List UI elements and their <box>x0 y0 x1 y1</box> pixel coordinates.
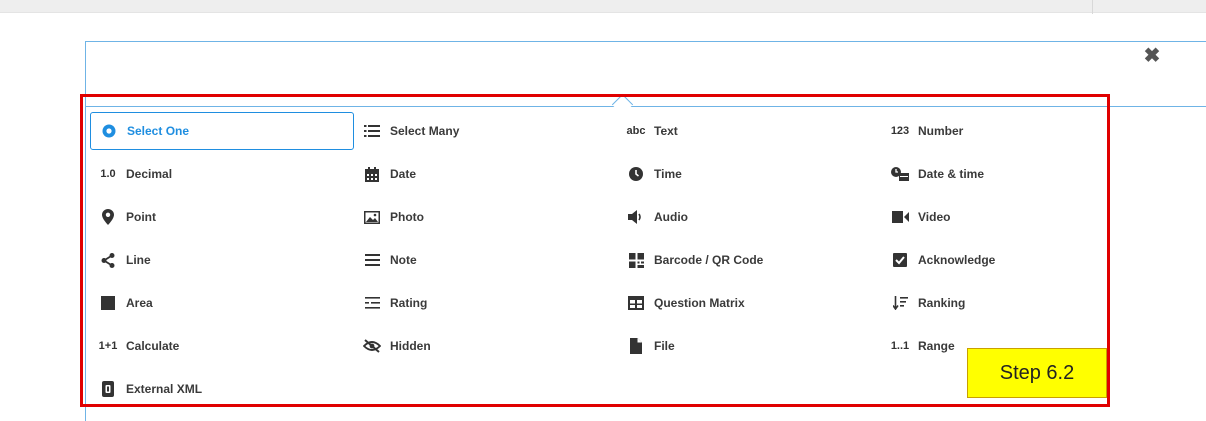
type-label: Line <box>126 253 151 267</box>
type-note[interactable]: Note <box>354 241 618 279</box>
type-label: Time <box>654 167 682 181</box>
calendar-icon <box>362 166 382 182</box>
table-icon <box>626 296 646 310</box>
step-annotation: Step 6.2 <box>967 348 1107 398</box>
calculate-icon: 1+1 <box>98 340 118 352</box>
type-number[interactable]: 123 Number <box>882 112 1146 150</box>
type-label: External XML <box>126 382 203 396</box>
type-label: Range <box>918 339 955 353</box>
type-label: Select Many <box>390 124 460 138</box>
speaker-icon <box>626 210 646 224</box>
type-label: Decimal <box>126 167 173 181</box>
hamburger-icon <box>362 254 382 266</box>
type-barcode[interactable]: Barcode / QR Code <box>618 241 882 279</box>
type-select-one[interactable]: Select One <box>90 112 354 150</box>
radio-dot-icon <box>99 124 119 138</box>
list-icon <box>362 124 382 138</box>
date-time-icon <box>890 167 910 181</box>
type-label: Hidden <box>390 339 431 353</box>
type-label: Point <box>126 210 156 224</box>
type-decimal[interactable]: 1.0 Decimal <box>90 155 354 193</box>
checkbox-icon <box>890 253 910 267</box>
type-date[interactable]: Date <box>354 155 618 193</box>
type-point[interactable]: Point <box>90 198 354 236</box>
file-icon <box>626 338 646 354</box>
number-icon: 123 <box>890 125 910 137</box>
toolbar-divider <box>1092 0 1093 14</box>
type-video[interactable]: Video <box>882 198 1146 236</box>
type-label: Barcode / QR Code <box>654 253 764 267</box>
type-label: Question Matrix <box>654 296 745 310</box>
type-question-matrix[interactable]: Question Matrix <box>618 284 882 322</box>
type-label: Date <box>390 167 417 181</box>
eye-slash-icon <box>362 339 382 353</box>
type-label: Ranking <box>918 296 966 310</box>
type-time[interactable]: Time <box>618 155 882 193</box>
type-ranking[interactable]: Ranking <box>882 284 1146 322</box>
square-icon <box>98 296 118 310</box>
type-rating[interactable]: Rating <box>354 284 618 322</box>
type-acknowledge[interactable]: Acknowledge <box>882 241 1146 279</box>
type-external-xml[interactable]: External XML <box>90 370 354 408</box>
type-date-time[interactable]: Date & time <box>882 155 1146 193</box>
type-photo[interactable]: Photo <box>354 198 618 236</box>
type-calculate[interactable]: 1+1 Calculate <box>90 327 354 365</box>
dialog-divider <box>86 106 1206 107</box>
type-audio[interactable]: Audio <box>618 198 882 236</box>
type-label: Audio <box>654 210 688 224</box>
top-toolbar <box>0 0 1206 13</box>
decimal-icon: 1.0 <box>100 168 116 180</box>
photo-icon <box>362 210 382 224</box>
abc-icon: abc <box>626 125 646 137</box>
close-button[interactable]: ✖ <box>1141 45 1163 67</box>
type-label: Select One <box>127 124 190 138</box>
type-label: Video <box>918 210 951 224</box>
type-line[interactable]: Line <box>90 241 354 279</box>
map-pin-icon <box>98 209 118 225</box>
rating-icon <box>362 297 382 309</box>
range-icon: 1..1 <box>890 340 910 352</box>
type-label: Photo <box>390 210 424 224</box>
type-label: Calculate <box>126 339 180 353</box>
type-hidden[interactable]: Hidden <box>354 327 618 365</box>
type-label: Text <box>654 124 678 138</box>
type-label: Number <box>918 124 964 138</box>
type-label: File <box>654 339 675 353</box>
type-label: Rating <box>390 296 428 310</box>
clock-icon <box>626 167 646 181</box>
type-file[interactable]: File <box>618 327 882 365</box>
type-label: Area <box>126 296 153 310</box>
qr-code-icon <box>626 252 646 268</box>
type-label: Acknowledge <box>918 253 996 267</box>
type-select-many[interactable]: Select Many <box>354 112 618 150</box>
video-icon <box>890 211 910 223</box>
type-text[interactable]: abc Text <box>618 112 882 150</box>
xml-file-icon <box>98 381 118 397</box>
share-line-icon <box>98 252 118 268</box>
sort-icon <box>890 296 910 310</box>
type-label: Note <box>390 253 417 267</box>
type-area[interactable]: Area <box>90 284 354 322</box>
type-label: Date & time <box>918 167 985 181</box>
